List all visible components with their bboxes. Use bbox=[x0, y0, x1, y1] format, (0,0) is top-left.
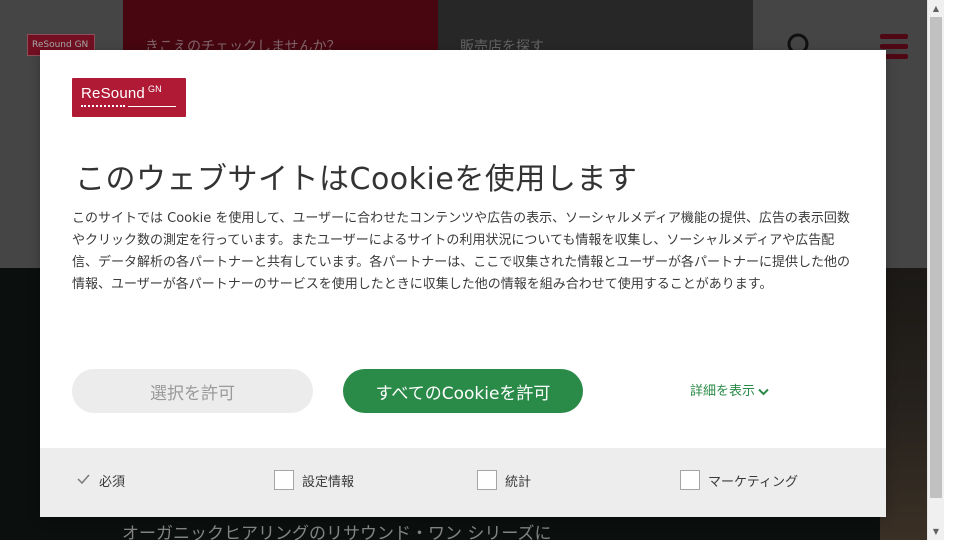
page-scrollbar[interactable]: ▲ ▼ bbox=[927, 0, 944, 540]
allow-selected-button[interactable]: 選択を許可 bbox=[72, 369, 313, 413]
check-icon bbox=[75, 473, 91, 488]
scroll-up-arrow-icon[interactable]: ▲ bbox=[928, 0, 944, 17]
category-preferences-label[interactable]: 設定情報 bbox=[302, 471, 354, 490]
statistics-checkbox[interactable] bbox=[477, 470, 497, 490]
preferences-checkbox[interactable] bbox=[274, 470, 294, 490]
category-statistics[interactable]: 統計 bbox=[477, 470, 531, 490]
category-marketing-label[interactable]: マーケティング bbox=[708, 471, 798, 490]
marketing-checkbox[interactable] bbox=[680, 470, 700, 490]
category-statistics-label[interactable]: 統計 bbox=[505, 471, 531, 490]
window-edge bbox=[944, 0, 960, 540]
scroll-down-arrow-icon[interactable]: ▼ bbox=[928, 523, 944, 540]
cookie-consent-dialog: ReSound GN このウェブサイトはCookieを使用します このサイトでは … bbox=[40, 50, 886, 517]
dialog-title: このウェブサイトはCookieを使用します bbox=[75, 162, 638, 197]
category-necessary: 必須 bbox=[75, 470, 125, 490]
scrollbar-thumb[interactable] bbox=[930, 17, 942, 498]
category-marketing[interactable]: マーケティング bbox=[680, 470, 798, 490]
chevron-down-icon bbox=[758, 388, 769, 396]
dialog-description: このサイトでは Cookie を使用して、ユーザーに合わせたコンテンツや広告の表… bbox=[72, 211, 851, 292]
allow-all-cookies-button[interactable]: すべてのCookieを許可 bbox=[343, 369, 583, 413]
resound-logo-text: ReSound GN bbox=[81, 84, 162, 102]
category-preferences[interactable]: 設定情報 bbox=[274, 470, 354, 490]
show-details-label: 詳細を表示 bbox=[690, 384, 756, 399]
cookie-category-bar: 必須 設定情報 統計 マーケティング bbox=[40, 448, 886, 517]
resound-logo: ReSound GN bbox=[72, 78, 186, 117]
category-necessary-label: 必須 bbox=[99, 474, 126, 490]
show-details-link[interactable]: 詳細を表示 bbox=[690, 380, 769, 399]
